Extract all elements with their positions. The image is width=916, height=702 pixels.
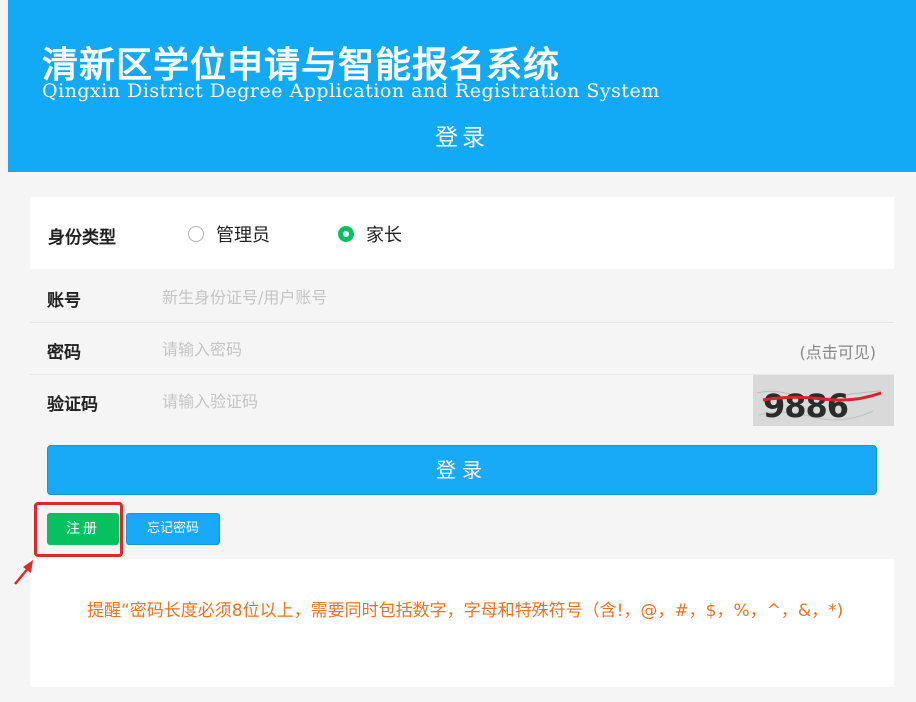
captcha-graphic: 9886 (753, 375, 894, 426)
password-rule-notice: 提醒“密码长度必须8位以上，需要同时包括数字，字母和特殊符号（含!，@，#，$，… (87, 601, 844, 621)
show-password-toggle[interactable]: (点击可见) (800, 339, 877, 363)
captcha-row: 验证码 9886 (30, 375, 894, 426)
forgot-password-button[interactable]: 忘记密码 (126, 513, 220, 545)
captcha-label: 验证码 (47, 395, 98, 415)
radio-parent-icon[interactable] (338, 226, 354, 242)
system-title-english: Qingxin District Degree Application and … (42, 80, 660, 102)
radio-parent-label: 家长 (366, 225, 402, 246)
annotation-arrow-icon (14, 560, 33, 585)
identity-type-panel: 身份类型 管理员 家长 (30, 197, 894, 269)
page-header: 清新区学位申请与智能报名系统 Qingxin District Degree A… (8, 0, 916, 172)
captcha-text: 9886 (763, 387, 848, 425)
login-button[interactable]: 登录 (47, 445, 877, 495)
captcha-input[interactable] (160, 385, 724, 417)
password-label: 密码 (47, 343, 81, 363)
account-input[interactable] (160, 281, 724, 313)
notice-panel: 提醒“密码长度必须8位以上，需要同时包括数字，字母和特殊符号（含!，@，#，$，… (30, 559, 894, 687)
password-input[interactable] (160, 333, 724, 365)
radio-admin-icon[interactable] (188, 226, 204, 242)
captcha-image[interactable]: 9886 (753, 375, 894, 426)
page-subtitle: 登录 (435, 125, 489, 151)
account-label: 账号 (47, 291, 81, 311)
radio-admin-label: 管理员 (216, 225, 270, 246)
password-row: 密码 (点击可见) (30, 323, 894, 375)
radio-option-admin[interactable]: 管理员 (188, 221, 270, 247)
identity-type-label: 身份类型 (48, 228, 116, 248)
register-button[interactable]: 注册 (47, 513, 119, 545)
radio-option-parent[interactable]: 家长 (338, 221, 402, 247)
login-form: 账号 密码 (点击可见) 验证码 9886 (30, 271, 894, 426)
account-row: 账号 (30, 271, 894, 323)
